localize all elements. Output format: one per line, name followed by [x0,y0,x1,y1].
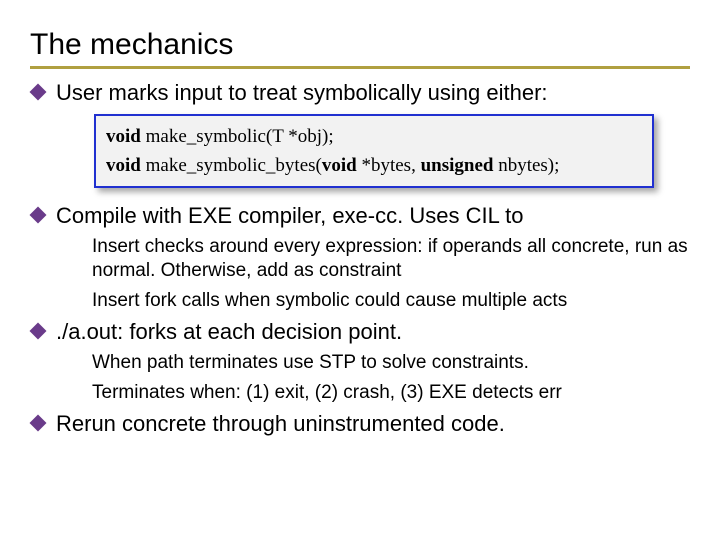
diamond-icon [30,415,47,432]
diamond-icon [30,207,47,224]
code-text: make_symbolic(T *obj); [141,126,334,147]
code-text: *bytes, [357,155,421,176]
keyword-void: void [322,155,357,176]
bullet-text: ./a.out: forks at each decision point. [56,319,402,344]
bullet-text: Rerun concrete through uninstrumented co… [56,411,505,436]
code-line-2: void make_symbolic_bytes(void *bytes, un… [106,151,642,180]
bullet-item-2: Compile with EXE compiler, exe-cc. Uses … [28,202,696,312]
keyword-void: void [106,155,141,176]
code-text: nbytes); [493,155,559,176]
bullet-text: Compile with EXE compiler, exe-cc. Uses … [56,203,523,228]
bullet-text: User marks input to treat symbolically u… [56,80,548,105]
slide-title: The mechanics [30,28,696,62]
code-box: void make_symbolic(T *obj); void make_sy… [94,114,654,189]
bullet-item-3: ./a.out: forks at each decision point. W… [28,318,696,404]
sub-bullet: Insert fork calls when symbolic could ca… [92,289,696,313]
title-underline [30,66,690,69]
code-line-1: void make_symbolic(T *obj); [106,122,642,151]
sub-bullet: Terminates when: (1) exit, (2) crash, (3… [92,381,696,405]
bullet-item-1: User marks input to treat symbolically u… [28,79,696,188]
sub-bullet: When path terminates use STP to solve co… [92,351,696,375]
bullet-item-4: Rerun concrete through uninstrumented co… [28,410,696,439]
diamond-icon [30,323,47,340]
keyword-void: void [106,126,141,147]
code-box-wrap: void make_symbolic(T *obj); void make_sy… [94,114,654,189]
bullet-list: User marks input to treat symbolically u… [28,79,696,439]
diamond-icon [30,84,47,101]
sub-bullet: Insert checks around every expression: i… [92,235,696,283]
slide: The mechanics User marks input to treat … [0,0,720,540]
code-text: make_symbolic_bytes( [141,155,322,176]
keyword-unsigned: unsigned [421,155,494,176]
